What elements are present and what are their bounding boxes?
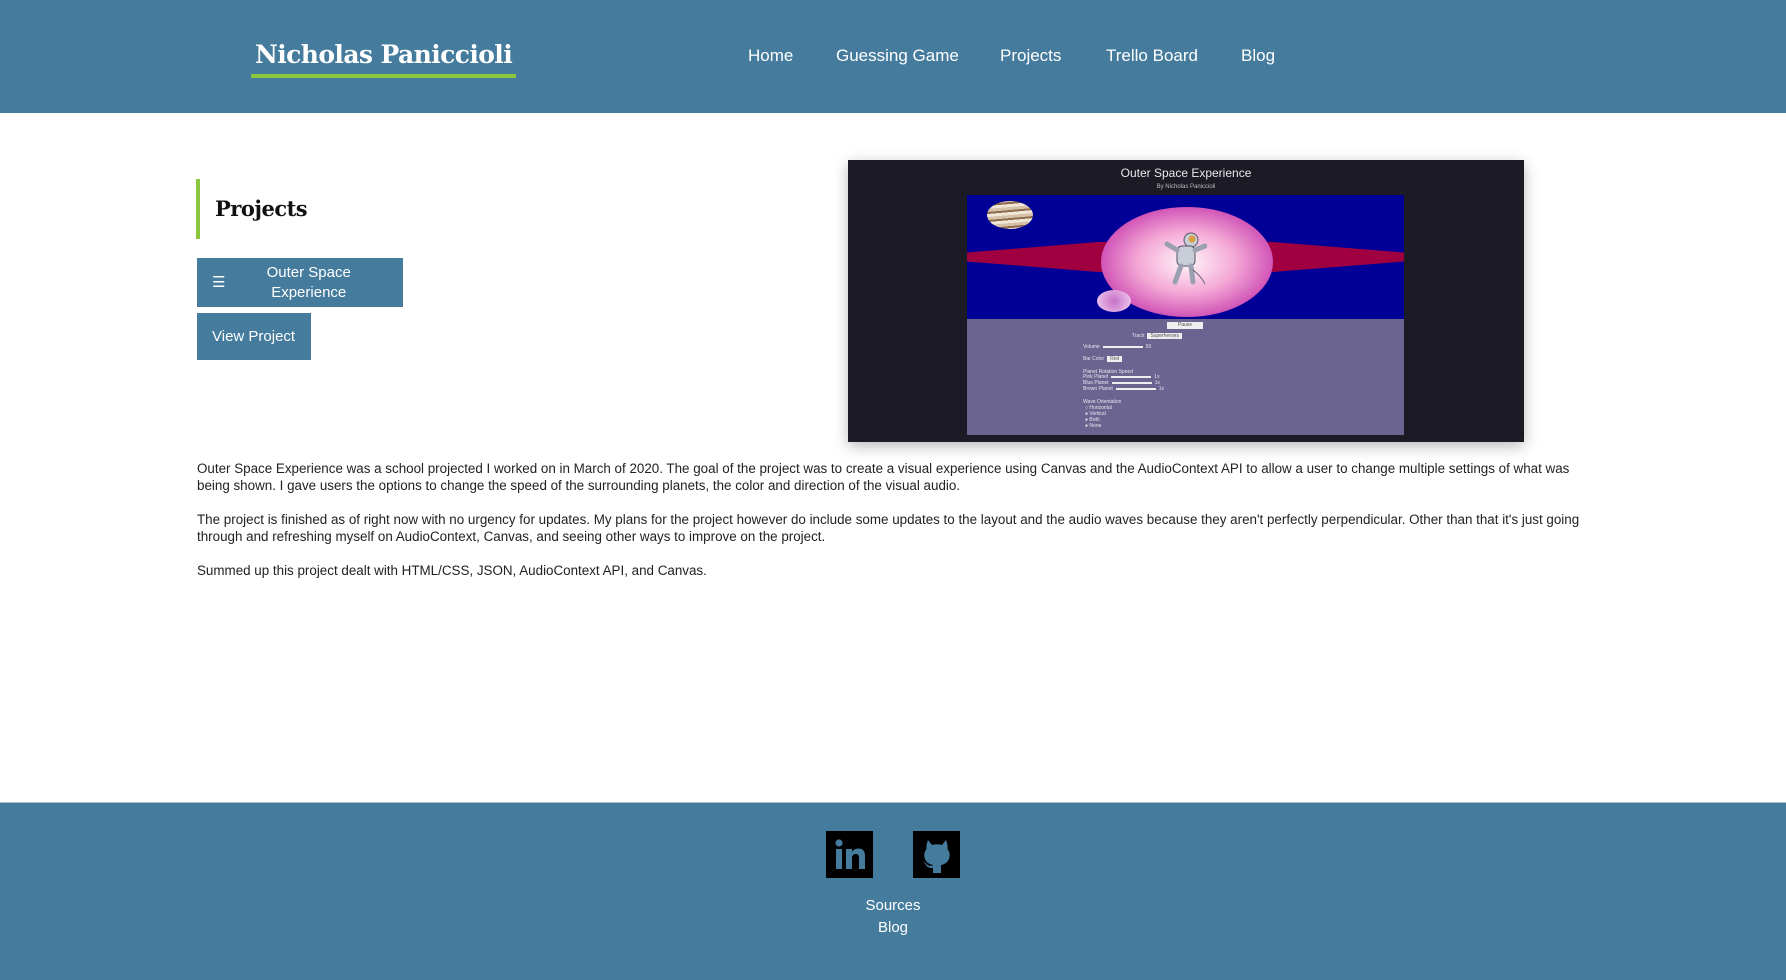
- preview-orientation-option: ● None: [1085, 423, 1102, 429]
- project-select-button[interactable]: ☰ Outer Space Experience: [197, 258, 403, 307]
- description-paragraph: Summed up this project dealt with HTML/C…: [197, 563, 707, 578]
- preview-subtitle: By Nicholas Paniccioli: [1156, 184, 1216, 190]
- linkedin-icon: [834, 838, 865, 869]
- preview-title: Outer Space Experience: [1120, 166, 1252, 180]
- description-paragraph: Outer Space Experience was a school proj…: [197, 461, 1570, 493]
- preview-controls: Pause Track Superheroes Volume 50 Bar Colo…: [967, 319, 1404, 435]
- preview-canvas: [967, 195, 1404, 319]
- nav-blog[interactable]: Blog: [1241, 44, 1275, 68]
- description-paragraph: The project is finished as of right now …: [197, 512, 1580, 544]
- github-link[interactable]: [913, 831, 960, 878]
- nav-home[interactable]: Home: [748, 44, 793, 68]
- menu-icon: ☰: [212, 273, 226, 291]
- preview-track: Track Superheroes: [1132, 333, 1182, 339]
- project-select-label: Outer Space Experience: [266, 263, 351, 301]
- preview-pause: Pause: [1167, 322, 1203, 329]
- view-project-button[interactable]: View Project: [197, 313, 311, 360]
- page-title: Projects: [196, 179, 308, 239]
- footer-blog-link[interactable]: Blog: [0, 918, 1786, 938]
- nav-projects[interactable]: Projects: [1000, 44, 1061, 68]
- site-header: Nicholas Paniccioli Home Guessing Game P…: [0, 0, 1786, 113]
- project-description: Outer Space Experience was a school proj…: [197, 460, 1587, 596]
- nav-guessing-game[interactable]: Guessing Game: [836, 44, 959, 68]
- site-footer: Sources Blog: [0, 802, 1786, 980]
- preview-bar-color: Bar Color Red: [1083, 356, 1123, 362]
- pink-planet: [1097, 290, 1131, 312]
- preview-volume: Volume 50: [1083, 344, 1152, 350]
- linkedin-link[interactable]: [826, 831, 873, 878]
- nav-trello-board[interactable]: Trello Board: [1106, 44, 1198, 68]
- preview-brown-speed: Brown Planet 1x: [1083, 386, 1165, 392]
- footer-sources-link[interactable]: Sources: [0, 896, 1786, 916]
- github-icon: [922, 839, 950, 873]
- main-nav: Home Guessing Game Projects Trello Board…: [0, 44, 1786, 68]
- brown-planet: [987, 201, 1033, 229]
- astronaut-icon: [1164, 232, 1207, 285]
- project-preview-image: Outer Space Experience By Nicholas Panic…: [848, 160, 1524, 442]
